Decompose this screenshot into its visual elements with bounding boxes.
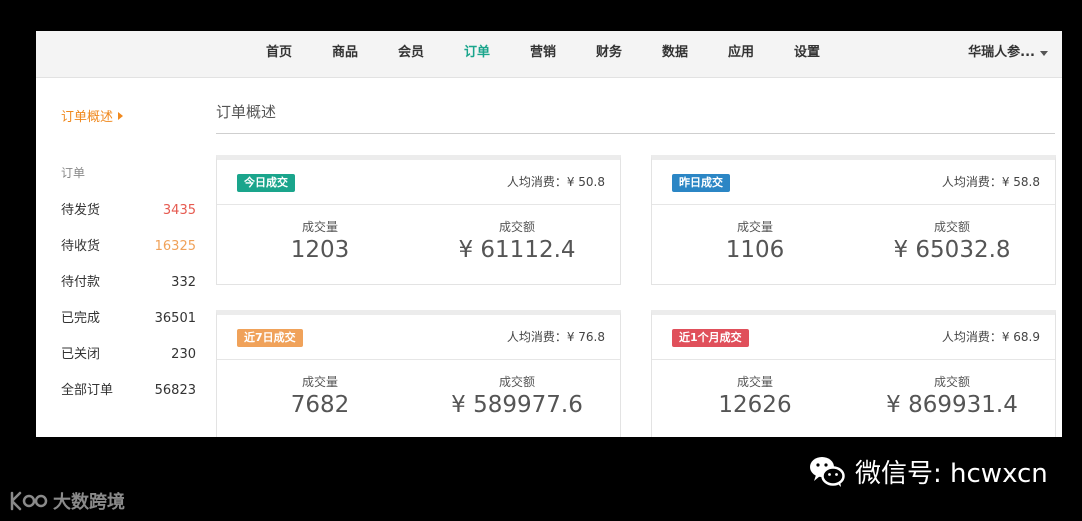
nav-finance[interactable]: 财务 — [576, 31, 642, 78]
nav-apps[interactable]: 应用 — [708, 31, 774, 78]
metric-amount: 成交额 ¥ 869931.4 — [852, 374, 1052, 420]
title-divider — [216, 133, 1055, 134]
sidebar-item-label: 全部订单 — [61, 383, 114, 398]
brand-watermark: 大数跨境 — [9, 488, 125, 514]
sidebar-item-to-ship[interactable]: 待发货 3435 — [61, 193, 196, 229]
metric-value: 7682 — [290, 392, 350, 418]
chevron-down-icon — [1040, 51, 1048, 56]
sidebar-item-overview[interactable]: 订单概述 — [61, 106, 124, 125]
sidebar-item-count: 332 — [171, 275, 196, 290]
sidebar-item-count: 16325 — [154, 239, 196, 254]
wechat-icon — [808, 452, 846, 490]
sidebar-item-label: 已完成 — [61, 311, 101, 326]
wechat-id-text: 微信号: hcwxcn — [855, 458, 1048, 489]
nav-home[interactable]: 首页 — [246, 31, 312, 78]
sidebar: 订单概述 订单 待发货 3435 待收货 16325 待付款 332 已完成 3… — [36, 78, 214, 437]
metric-label: 成交量 — [301, 375, 338, 389]
stats-card-yesterday: 昨日成交 人均消费：¥ 58.8 成交量 1106 成交额 ¥ 65032.8 — [651, 155, 1056, 285]
metric-value: ¥ 869931.4 — [886, 392, 1018, 418]
page-title: 订单概述 — [216, 103, 277, 121]
sidebar-overview-label: 订单概述 — [61, 110, 114, 125]
period-badge: 近7日成交 — [237, 329, 303, 347]
nav-members[interactable]: 会员 — [378, 31, 444, 78]
metric-value: 1203 — [290, 237, 350, 263]
metric-quantity: 成交量 12626 — [655, 374, 855, 420]
nav-data[interactable]: 数据 — [642, 31, 708, 78]
sidebar-order-list: 待发货 3435 待收货 16325 待付款 332 已完成 36501 已关闭… — [61, 193, 196, 409]
period-badge: 昨日成交 — [672, 174, 730, 192]
metric-label: 成交量 — [736, 375, 773, 389]
metric-label: 成交额 — [498, 375, 535, 389]
sidebar-item-count: 230 — [171, 347, 196, 362]
stats-card-today: 今日成交 人均消费：¥ 50.8 成交量 1203 成交额 ¥ 61112.4 — [216, 155, 621, 285]
sidebar-item-count: 56823 — [154, 383, 196, 398]
top-navigation: 首页 商品 会员 订单 营销 财务 数据 应用 设置 华瑞人参... — [36, 31, 1062, 78]
nav-menu: 首页 商品 会员 订单 营销 财务 数据 应用 设置 — [246, 31, 840, 78]
card-header: 近1个月成交 人均消费：¥ 68.9 — [652, 315, 1055, 360]
sidebar-item-label: 待付款 — [61, 275, 101, 290]
period-badge: 近1个月成交 — [672, 329, 749, 347]
metric-value: 1106 — [725, 237, 785, 263]
sidebar-item-count: 36501 — [154, 311, 196, 326]
card-header: 近7日成交 人均消费：¥ 76.8 — [217, 315, 620, 360]
metric-label: 成交额 — [933, 220, 970, 234]
average-spend: 人均消费：¥ 76.8 — [506, 330, 605, 344]
metric-quantity: 成交量 7682 — [220, 374, 420, 420]
sidebar-item-closed[interactable]: 已关闭 230 — [61, 337, 196, 373]
metric-value: 12626 — [718, 392, 792, 418]
metric-label: 成交量 — [736, 220, 773, 234]
brand-name: 大数跨境 — [53, 492, 125, 513]
wechat-watermark: 微信号: hcwxcn — [808, 452, 1048, 490]
sidebar-item-completed[interactable]: 已完成 36501 — [61, 301, 196, 337]
stats-card-1-month: 近1个月成交 人均消费：¥ 68.9 成交量 12626 成交额 ¥ 86993… — [651, 310, 1056, 437]
nav-marketing[interactable]: 营销 — [510, 31, 576, 78]
sidebar-item-label: 待发货 — [61, 203, 101, 218]
metric-label: 成交额 — [933, 375, 970, 389]
stats-card-7-days: 近7日成交 人均消费：¥ 76.8 成交量 7682 成交额 ¥ 589977.… — [216, 310, 621, 437]
metric-quantity: 成交量 1203 — [220, 219, 420, 265]
card-header: 昨日成交 人均消费：¥ 58.8 — [652, 160, 1055, 205]
card-body: 成交量 1203 成交额 ¥ 61112.4 — [217, 205, 620, 284]
period-badge: 今日成交 — [237, 174, 295, 192]
sidebar-item-label: 待收货 — [61, 239, 101, 254]
sidebar-item-to-pay[interactable]: 待付款 332 — [61, 265, 196, 301]
sidebar-group-title: 订单 — [61, 166, 86, 180]
card-body: 成交量 1106 成交额 ¥ 65032.8 — [652, 205, 1055, 284]
nav-products[interactable]: 商品 — [312, 31, 378, 78]
metric-quantity: 成交量 1106 — [655, 219, 855, 265]
metric-value: ¥ 65032.8 — [893, 237, 1011, 263]
metric-amount: 成交额 ¥ 61112.4 — [417, 219, 617, 265]
nav-settings[interactable]: 设置 — [774, 31, 840, 78]
metric-value: ¥ 61112.4 — [458, 237, 576, 263]
user-name: 华瑞人参... — [968, 45, 1035, 60]
metric-amount: 成交额 ¥ 65032.8 — [852, 219, 1052, 265]
card-body: 成交量 7682 成交额 ¥ 589977.6 — [217, 360, 620, 437]
sidebar-item-count: 3435 — [162, 203, 196, 218]
nav-orders[interactable]: 订单 — [444, 31, 510, 78]
card-header: 今日成交 人均消费：¥ 50.8 — [217, 160, 620, 205]
caret-right-icon — [118, 111, 124, 120]
sidebar-item-to-receive[interactable]: 待收货 16325 — [61, 229, 196, 265]
card-body: 成交量 12626 成交额 ¥ 869931.4 — [652, 360, 1055, 437]
average-spend: 人均消费：¥ 50.8 — [506, 175, 605, 189]
order-admin-window: 首页 商品 会员 订单 营销 财务 数据 应用 设置 华瑞人参... 订单概述 … — [36, 31, 1062, 437]
metric-label: 成交额 — [498, 220, 535, 234]
user-menu[interactable]: 华瑞人参... — [968, 31, 1048, 75]
brand-logo-icon — [10, 491, 48, 511]
sidebar-item-label: 已关闭 — [61, 347, 101, 362]
average-spend: 人均消费：¥ 68.9 — [941, 330, 1040, 344]
metric-amount: 成交额 ¥ 589977.6 — [417, 374, 617, 420]
average-spend: 人均消费：¥ 58.8 — [941, 175, 1040, 189]
metric-value: ¥ 589977.6 — [451, 392, 583, 418]
metric-label: 成交量 — [301, 220, 338, 234]
sidebar-item-all-orders[interactable]: 全部订单 56823 — [61, 373, 196, 409]
